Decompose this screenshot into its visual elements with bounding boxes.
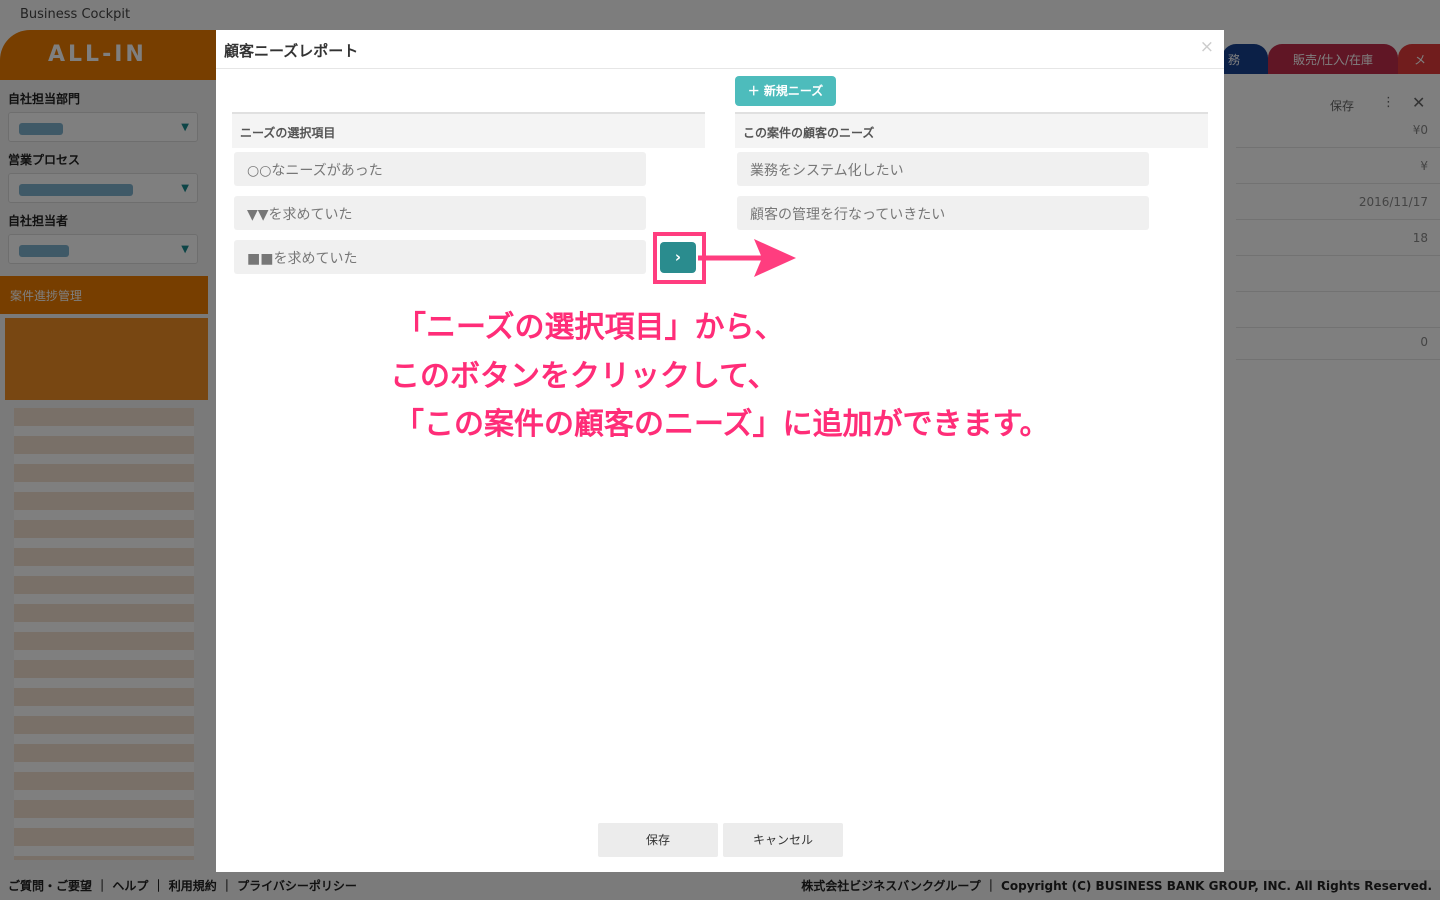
need-option-item[interactable]: ○○なニーズがあった <box>234 152 646 186</box>
left-column-header: ニーズの選択項目 <box>232 112 705 148</box>
save-button[interactable]: 保存 <box>598 823 718 857</box>
customer-needs-modal: 顧客ニーズレポート × ＋ 新規ニーズ ニーズの選択項目 この案件の顧客のニーズ… <box>216 30 1224 872</box>
need-option-item[interactable]: ▼▼を求めていた <box>234 196 646 230</box>
divider <box>216 68 1224 69</box>
right-column-header: この案件の顧客のニーズ <box>735 112 1208 148</box>
annotation-line-1: 「ニーズの選択項目」から、 <box>396 310 785 345</box>
annotation-arrow-icon <box>698 239 796 277</box>
cancel-button[interactable]: キャンセル <box>723 823 843 857</box>
annotation-line-3: 「この案件の顧客のニーズ」に追加ができます。 <box>394 407 1050 442</box>
selected-need-item[interactable]: 顧客の管理を行なっていきたい <box>737 196 1149 230</box>
need-option-item[interactable]: ■■を求めていた <box>234 240 646 274</box>
new-need-button[interactable]: ＋ 新規ニーズ <box>735 76 836 106</box>
annotation-line-2: このボタンをクリックして、 <box>390 359 778 394</box>
selected-need-item[interactable]: 業務をシステム化したい <box>737 152 1149 186</box>
modal-title: 顧客ニーズレポート <box>224 42 359 60</box>
close-icon[interactable]: × <box>1200 37 1214 57</box>
